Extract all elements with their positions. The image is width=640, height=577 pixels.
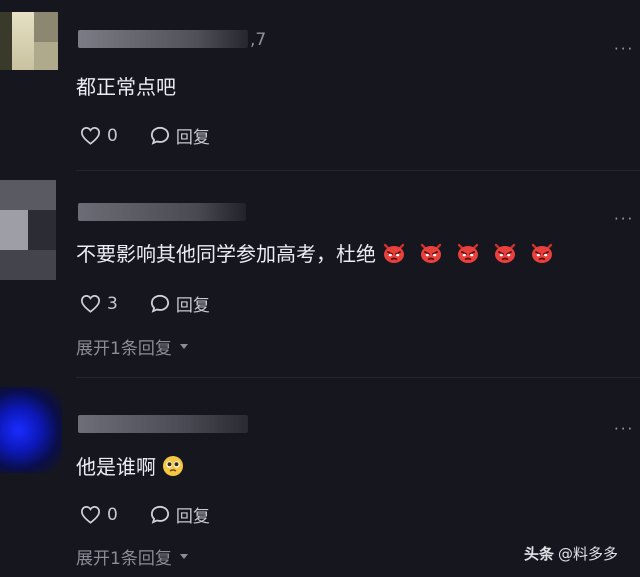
reply-label: 回复 [175, 128, 210, 148]
more-options-button[interactable]: ··· [614, 40, 634, 58]
comment-bubble-icon [150, 126, 170, 145]
watermark-brand: 头条 [524, 545, 555, 563]
expand-replies-label: 展开1条回复 [76, 339, 172, 359]
reply-label: 回复 [175, 296, 210, 316]
avatar[interactable] [0, 12, 58, 70]
angry-face-emoji [456, 242, 480, 264]
reply-button[interactable]: 回复 [150, 291, 210, 316]
comment-bubble-icon [150, 294, 170, 313]
more-options-button[interactable]: ··· [614, 210, 634, 228]
pleading-face-emoji [162, 455, 184, 477]
angry-face-emoji [530, 242, 554, 264]
expand-replies-label: 展开1条回复 [76, 549, 172, 569]
expand-replies-button[interactable]: 展开1条回复 [76, 334, 188, 359]
avatar[interactable] [0, 387, 62, 473]
comment-text: 他是谁啊 [76, 451, 184, 480]
comment-bubble-icon [150, 505, 170, 524]
expand-replies-button[interactable]: 展开1条回复 [76, 544, 188, 569]
angry-face-emoji [493, 242, 517, 264]
username-suffix: ,7 [250, 30, 267, 50]
more-options-button[interactable]: ··· [614, 420, 634, 438]
angry-face-emoji [382, 242, 406, 264]
avatar[interactable] [0, 180, 56, 280]
username-blurred[interactable] [78, 30, 248, 48]
username-blurred[interactable] [78, 415, 248, 433]
comment-actions: 3 回复 [80, 291, 210, 316]
comment-actions: 0 回复 [80, 123, 210, 148]
username-blurred[interactable] [78, 203, 246, 221]
heart-icon [80, 126, 101, 145]
watermark: 头条 @料多多 [524, 543, 618, 564]
comment-text: 不要影响其他同学参加高考，杜绝 [76, 238, 554, 267]
like-button[interactable]: 3 [80, 294, 118, 314]
watermark-account: @料多多 [558, 545, 619, 563]
like-count: 0 [107, 125, 118, 146]
caret-down-icon [179, 344, 188, 349]
comment-text: 都正常点吧 [76, 75, 176, 99]
reply-button[interactable]: 回复 [150, 123, 210, 148]
comment-item: ,7 ··· 都正常点吧 0 回复 [0, 0, 640, 170]
like-button[interactable]: 0 [80, 505, 118, 525]
comment-item: ··· 不要影响其他同学参加高考，杜绝 3 回复 展开1条回复 [0, 170, 640, 377]
heart-icon [80, 294, 101, 313]
heart-icon [80, 505, 101, 524]
like-button[interactable]: 0 [80, 126, 118, 146]
angry-face-emoji [419, 242, 443, 264]
like-count: 3 [107, 293, 118, 314]
caret-down-icon [179, 554, 188, 559]
reply-button[interactable]: 回复 [150, 502, 210, 527]
reply-label: 回复 [175, 507, 210, 527]
like-count: 0 [107, 504, 118, 525]
comment-actions: 0 回复 [80, 502, 210, 527]
